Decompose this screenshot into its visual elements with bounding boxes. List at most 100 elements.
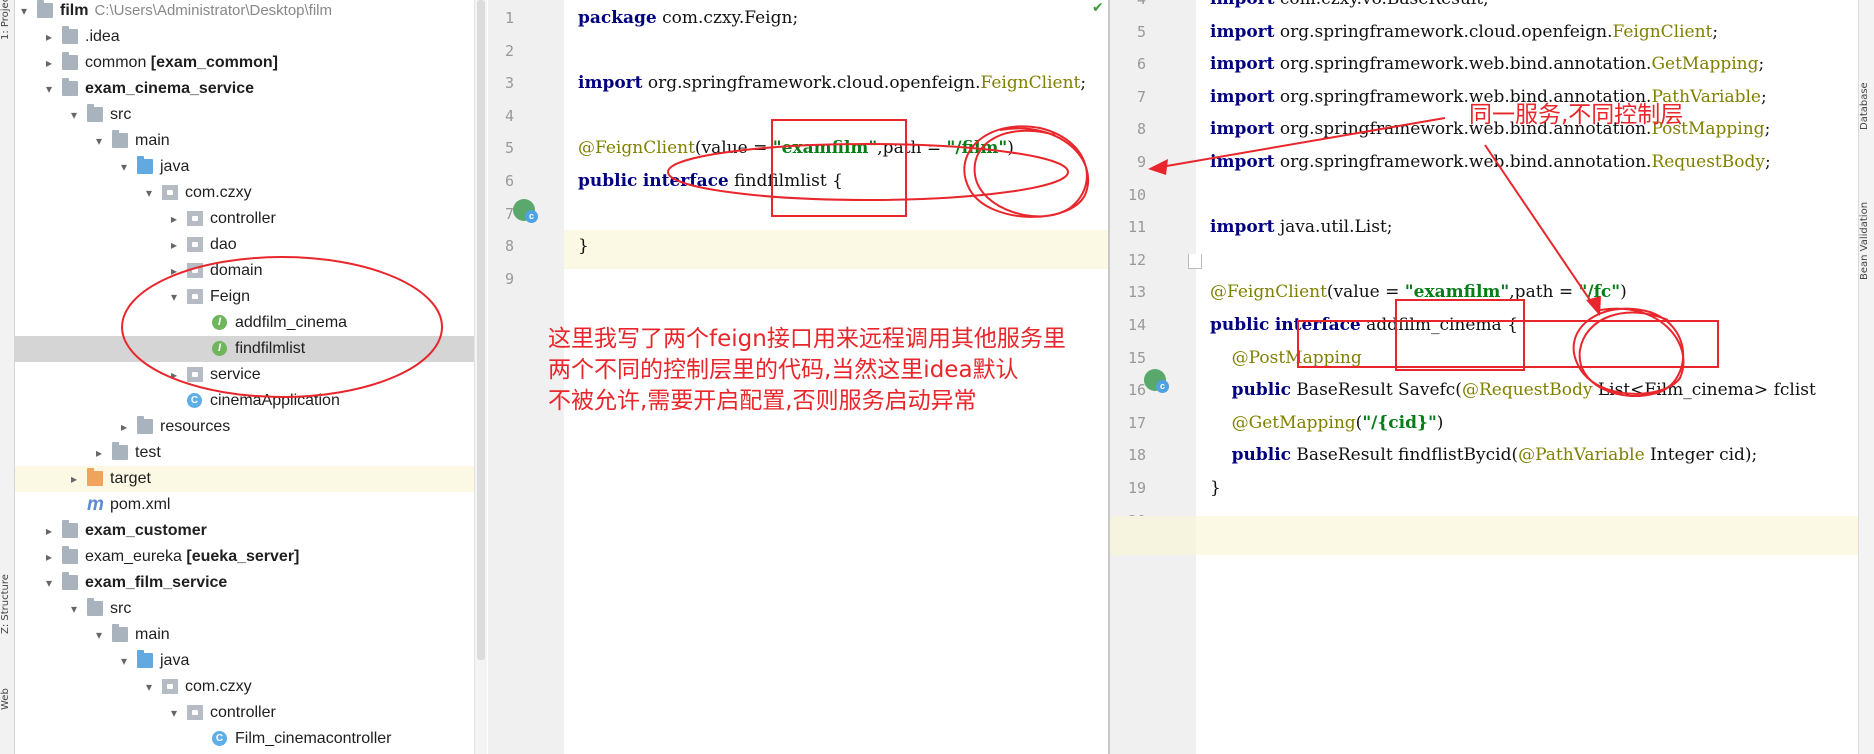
code-token: } <box>1210 478 1221 498</box>
collapse-arrow-icon[interactable]: ▾ <box>92 622 106 648</box>
project-tree-scrollbar[interactable] <box>474 0 487 754</box>
tree-item[interactable]: ▸ exam_customer <box>15 518 487 544</box>
code-line[interactable]: public BaseResult findflistBycid(@PathVa… <box>1210 436 1758 475</box>
expand-arrow-icon[interactable]: ▸ <box>42 518 56 544</box>
collapse-arrow-icon[interactable]: ▾ <box>92 128 106 154</box>
code-token: @FeignClient <box>1210 282 1327 303</box>
tree-item-label: src <box>110 102 131 128</box>
tree-item-name: target <box>110 470 151 487</box>
expand-arrow-icon[interactable]: ▸ <box>167 258 181 284</box>
collapse-arrow-icon[interactable]: ▾ <box>117 648 131 674</box>
tree-item[interactable]: ▾ main <box>15 622 487 648</box>
tree-item-label: Feign <box>210 284 250 310</box>
module-name: [eueka_server] <box>181 548 300 565</box>
tree-item[interactable]: ▾ Feign <box>15 284 487 310</box>
line-number: 5 <box>504 139 514 158</box>
fold-marker-icon[interactable] <box>1188 254 1202 269</box>
collapse-arrow-icon[interactable]: ▾ <box>142 674 156 700</box>
tree-item[interactable]: ▾ main <box>15 128 487 154</box>
tree-item[interactable]: ▾ exam_film_service <box>15 570 487 596</box>
tree-item[interactable]: ▾ java <box>15 648 487 674</box>
tree-item[interactable]: ▾ src <box>15 596 487 622</box>
collapse-arrow-icon[interactable]: ▾ <box>167 284 181 310</box>
code-token: "examfilm" <box>1404 282 1510 303</box>
implemented-gutter-icon-right[interactable] <box>1144 369 1169 393</box>
code-token: org.springframework.web.bind.annotation. <box>1274 152 1652 172</box>
code-line[interactable]: } <box>578 227 589 266</box>
line-number: 9 <box>1136 153 1146 171</box>
tree-item[interactable]: ▾ exam_cinema_service <box>15 76 487 102</box>
collapse-arrow-icon[interactable]: ▾ <box>42 570 56 596</box>
code-token: ,path = <box>1509 282 1579 303</box>
code-token: @GetMapping <box>1231 412 1356 433</box>
project-tree[interactable]: ▾ film C:\Users\Administrator\Desktop\film… <box>15 0 487 754</box>
tree-item[interactable]: ▸ dao <box>15 232 487 258</box>
tree-item[interactable]: ▸ test <box>15 440 487 466</box>
collapse-arrow-icon[interactable]: ▾ <box>17 0 31 24</box>
code-token: public <box>1210 315 1270 335</box>
code-line[interactable]: import org.springframework.cloud.openfei… <box>578 64 1086 103</box>
tree-item-name: exam_customer <box>85 522 207 539</box>
expand-arrow-icon[interactable]: ▸ <box>167 206 181 232</box>
tree-item[interactable]: ▸ resources <box>15 414 487 440</box>
code-line[interactable]: package com.czxy.Feign; <box>578 0 798 38</box>
code-line[interactable]: } <box>1210 469 1221 508</box>
folder-icon <box>62 52 78 70</box>
tree-item-name: .idea <box>85 28 120 45</box>
implemented-gutter-icon-left[interactable] <box>513 199 538 223</box>
tree-item[interactable]: m pom.xml <box>15 492 487 518</box>
code-line[interactable]: import org.springframework.web.bind.anno… <box>1210 143 1771 182</box>
note-line: 这里我写了两个feign接口用来远程调用其他服务里 <box>548 326 1066 352</box>
expand-arrow-icon[interactable]: ▸ <box>117 414 131 440</box>
expand-arrow-icon[interactable]: ▸ <box>167 232 181 258</box>
code-line[interactable]: public interface findfilmlist { <box>578 162 843 201</box>
collapse-arrow-icon[interactable]: ▾ <box>117 154 131 180</box>
code-token: RequestBody <box>1651 152 1765 172</box>
code-token: addfilm_cinema { <box>1360 315 1518 335</box>
expand-arrow-icon[interactable]: ▸ <box>42 544 56 570</box>
project-path: C:\Users\Administrator\Desktop\film <box>94 2 333 19</box>
bean-validation-tool-tab[interactable]: Bean Validation <box>1859 170 1873 280</box>
tree-item-label: main <box>135 622 170 648</box>
collapse-arrow-icon[interactable]: ▾ <box>42 76 56 102</box>
line-number: 15 <box>1127 348 1146 367</box>
tree-item-name: java <box>160 652 190 669</box>
tree-item[interactable]: Ifindfilmlist <box>15 336 487 362</box>
tree-item[interactable]: ▸ common [exam_common] <box>15 50 487 76</box>
tree-item[interactable]: ▸ controller <box>15 206 487 232</box>
expand-arrow-icon[interactable]: ▸ <box>67 466 81 492</box>
code-line[interactable]: import java.util.List; <box>1210 208 1393 247</box>
database-tool-tab[interactable]: Database <box>1859 20 1873 130</box>
tree-item[interactable]: ▸ service <box>15 362 487 388</box>
tree-item[interactable]: ▸ domain <box>15 258 487 284</box>
line-number: 6 <box>1136 55 1146 74</box>
tree-item[interactable]: ▾ film C:\Users\Administrator\Desktop\film <box>15 0 487 24</box>
tree-item[interactable]: ▸ .idea <box>15 24 487 50</box>
tree-item[interactable]: CcinemaApplication <box>15 388 487 414</box>
expand-arrow-icon[interactable]: ▸ <box>42 50 56 76</box>
collapse-arrow-icon[interactable]: ▾ <box>67 596 81 622</box>
tree-item[interactable]: ▾ com.czxy <box>15 674 487 700</box>
line-number: 4 <box>504 106 514 125</box>
collapse-arrow-icon[interactable]: ▾ <box>142 180 156 206</box>
tree-item-name: src <box>110 600 132 617</box>
expand-arrow-icon[interactable]: ▸ <box>42 24 56 50</box>
tree-item[interactable]: C Film_cinemacontroller <box>15 726 487 752</box>
collapse-arrow-icon[interactable]: ▾ <box>67 102 81 128</box>
tree-item[interactable]: ▸ exam_eureka [eueka_server] <box>15 544 487 570</box>
tree-item[interactable]: ▾ java <box>15 154 487 180</box>
tree-item[interactable]: ▸ target <box>15 466 487 492</box>
expand-arrow-icon[interactable]: ▸ <box>92 440 106 466</box>
tree-item[interactable]: ▾ controller <box>15 700 487 726</box>
tree-item[interactable]: ▾ src <box>15 102 487 128</box>
structure-tool-tab[interactable]: Z: Structure <box>0 556 14 634</box>
tree-item-label: controller <box>210 206 276 232</box>
web-tool-tab[interactable]: Web <box>0 676 14 710</box>
expand-arrow-icon[interactable]: ▸ <box>167 362 181 388</box>
collapse-arrow-icon[interactable]: ▾ <box>167 700 181 726</box>
tree-item-label: java <box>160 154 189 180</box>
tree-item[interactable]: ▾ com.czxy <box>15 180 487 206</box>
tree-item[interactable]: Iaddfilm_cinema <box>15 310 487 336</box>
project-tool-tab[interactable]: 1: Project <box>0 0 14 40</box>
tree-item-name: com.czxy <box>185 184 252 201</box>
